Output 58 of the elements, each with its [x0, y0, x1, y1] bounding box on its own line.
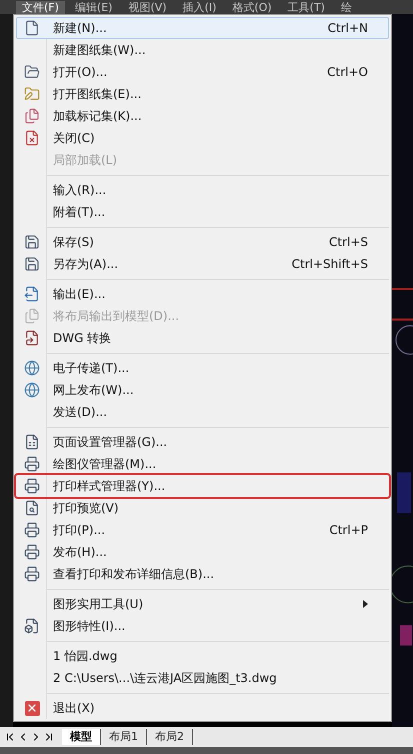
document-box-icon	[24, 618, 40, 634]
menu-item[interactable]: 图形实用工具(U)	[16, 593, 389, 615]
menu-bar-item[interactable]: 文件(F)	[16, 1, 65, 14]
save-icon	[24, 256, 40, 272]
printer-icon	[24, 478, 40, 494]
layout-tab[interactable]: 模型	[62, 729, 101, 745]
menu-item[interactable]: 电子传递(T)...	[16, 357, 389, 379]
menu-item[interactable]: 2 C:\Users\...\连云港JA区园施图_t3.dwg	[16, 667, 389, 689]
document-table-icon	[24, 434, 40, 450]
menu-item[interactable]: 关闭(C)	[16, 127, 389, 149]
menu-bar-item[interactable]: 插入(I)	[176, 1, 222, 14]
menu-item[interactable]: 另存为(A)... Ctrl+Shift+S	[16, 253, 389, 275]
document-arrow-icon	[24, 330, 40, 346]
menu-item[interactable]: 查看打印和发布详细信息(B)...	[16, 563, 389, 585]
menu-item[interactable]: 打印预览(V)	[16, 497, 389, 519]
menu-item[interactable]: 打印(P)... Ctrl+P	[16, 519, 389, 541]
printer-icon	[24, 566, 40, 582]
menu-item[interactable]: 输入(R)...	[16, 179, 389, 201]
menu-item[interactable]: 1 怡园.dwg	[16, 645, 389, 667]
document-arrow-icon	[24, 286, 40, 302]
menu-bar-item[interactable]: 工具(T)	[282, 1, 331, 14]
menu-bar-item[interactable]: 视图(V)	[122, 1, 173, 14]
menu-item[interactable]: 网上发布(W)...	[16, 379, 389, 401]
menu-item[interactable]: 图形特性(I)...	[16, 615, 389, 637]
menu-bar-item[interactable]: 绘	[334, 1, 358, 14]
document-icon	[24, 20, 40, 36]
folder-pencil-icon	[24, 86, 40, 102]
menu-item[interactable]: 加载标记集(K)...	[16, 105, 389, 127]
printer-icon	[24, 544, 40, 560]
save-icon	[24, 234, 40, 250]
menu-item[interactable]: 新建图纸集(W)...	[16, 39, 389, 61]
folder-icon	[24, 64, 40, 80]
menu-item[interactable]: 发布(H)...	[16, 541, 389, 563]
globe-icon	[24, 382, 40, 398]
menu-bar-item[interactable]: 编辑(E)	[68, 1, 118, 14]
menu-item[interactable]: 打开图纸集(E)...	[16, 83, 389, 105]
menu-item[interactable]: 保存(S) Ctrl+S	[16, 231, 389, 253]
globe-icon	[24, 360, 40, 376]
menu-item[interactable]: 输出(E)...	[16, 283, 389, 305]
menu-item[interactable]: 退出(X)	[16, 697, 389, 719]
menu-item[interactable]: 打开(O)... Ctrl+O	[16, 61, 389, 83]
menu-item[interactable]: 绘图仪管理器(M)...	[16, 453, 389, 475]
menu-item[interactable]: 附着(T)...	[16, 201, 389, 223]
menu-bar-item[interactable]: 格式(O)	[226, 1, 278, 14]
menu-item[interactable]: DWG 转换	[16, 327, 389, 349]
menu-item[interactable]: 发送(D)...	[16, 401, 389, 423]
printer-icon	[24, 456, 40, 472]
document-search-icon	[24, 500, 40, 516]
menu-item[interactable]: 新建(N)... Ctrl+N	[16, 17, 389, 39]
first-tab-icon[interactable]	[4, 731, 16, 743]
document-x-icon	[24, 130, 40, 146]
documents-icon	[24, 108, 40, 124]
documents-icon	[24, 308, 40, 324]
menu-item[interactable]: 页面设置管理器(G)...	[16, 431, 389, 453]
close-icon	[24, 700, 40, 716]
printer-icon	[24, 522, 40, 538]
menu-item[interactable]: 打印样式管理器(Y)...	[16, 475, 389, 497]
last-tab-icon[interactable]	[43, 731, 55, 743]
